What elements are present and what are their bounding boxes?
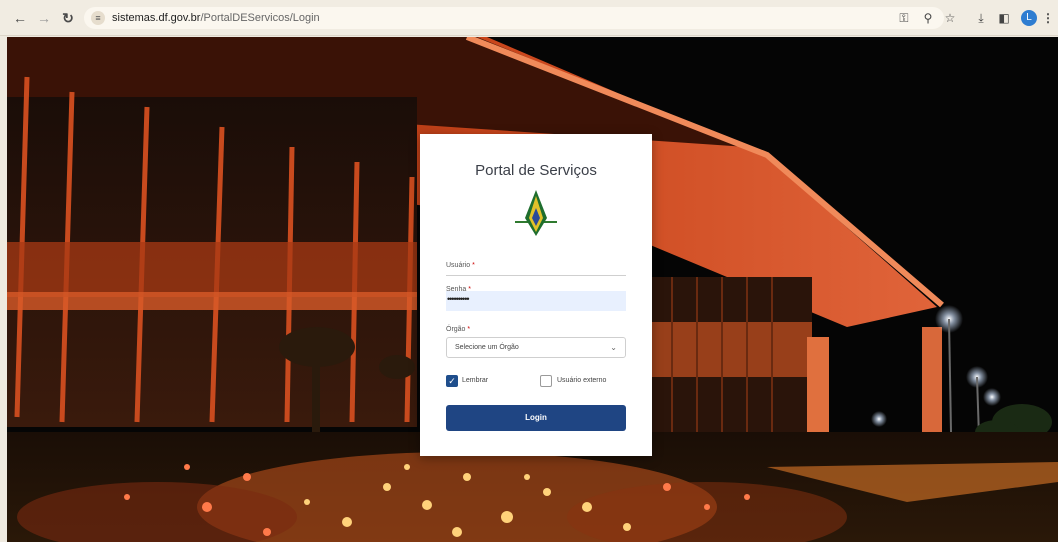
site-info-icon[interactable]: ≡	[91, 11, 105, 25]
download-icon[interactable]: ⤓	[973, 10, 989, 26]
remember-label: Lembrar	[462, 377, 489, 384]
url-domain: sistemas.df.gov.br	[112, 12, 201, 24]
browser-toolbar: ← → ↻ ≡ sistemas.df.gov.br/PortalDEServi…	[0, 0, 1058, 36]
chevron-down-icon: ⌄	[610, 343, 617, 352]
brasao-df-logo	[515, 190, 557, 236]
external-user-label: Usuário externo	[557, 377, 607, 384]
reload-icon[interactable]: ↻	[60, 10, 76, 26]
password-field[interactable]: ••••••••••	[446, 291, 626, 311]
username-label: Usuário *	[446, 262, 475, 269]
orgao-selected-value: Selecione um Órgão	[455, 344, 519, 351]
remember-checkbox[interactable]: ✓	[446, 375, 458, 387]
address-bar[interactable]: ≡ sistemas.df.gov.br/PortalDEServicos/Lo…	[84, 7, 944, 29]
url-path: /PortalDEServicos/Login	[200, 12, 320, 24]
key-icon[interactable]: ⚿	[896, 10, 912, 26]
star-icon[interactable]: ☆	[942, 10, 958, 26]
page-title: Portal de Serviços	[475, 162, 597, 179]
back-icon[interactable]: ←	[12, 10, 28, 26]
forward-icon[interactable]: →	[36, 10, 52, 26]
login-card: Portal de Serviços Usuário * Senha * •••…	[420, 134, 652, 456]
orgao-select[interactable]: Selecione um Órgão ⌄	[446, 337, 626, 358]
sidepanel-icon[interactable]: ◧	[996, 10, 1012, 26]
login-button[interactable]: Login	[446, 405, 626, 431]
username-field[interactable]	[446, 274, 626, 276]
more-vert-icon[interactable]: ⋮	[1040, 10, 1056, 26]
orgao-label: Órgão *	[446, 326, 471, 333]
profile-avatar[interactable]: L	[1021, 10, 1037, 26]
external-user-checkbox[interactable]	[540, 375, 552, 387]
zoom-icon[interactable]: ⚲	[920, 10, 936, 26]
